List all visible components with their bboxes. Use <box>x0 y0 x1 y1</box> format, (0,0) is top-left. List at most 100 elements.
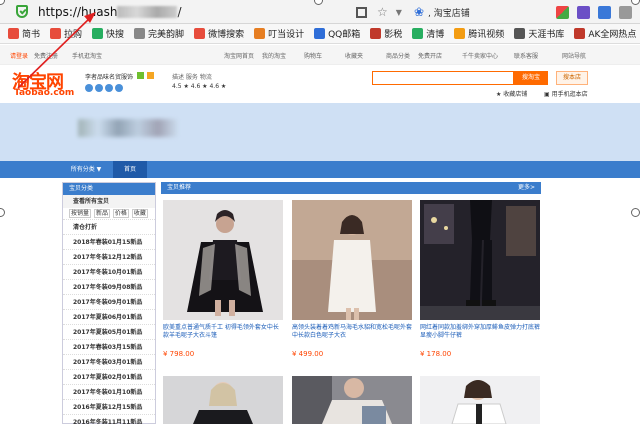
bookmark-label: 简书 <box>22 30 41 40</box>
mobile-taobao-link[interactable]: 手机逛淘宝 <box>72 51 102 60</box>
nav-link-favorites[interactable]: 收藏夹 <box>345 51 363 60</box>
nav-link-categories[interactable]: 商品分类 <box>386 51 410 60</box>
url-field[interactable]: https://huash / <box>38 5 181 19</box>
product-image-1[interactable] <box>163 200 283 320</box>
baidu-paw-icon[interactable]: ❀ <box>414 5 424 19</box>
bookmark-favicon-icon <box>92 28 104 39</box>
shop-banner <box>0 103 640 161</box>
sidebar-category-item[interactable]: 2017年冬装09月01新品 <box>63 294 155 309</box>
sidebar-view-all[interactable]: 查看所有宝贝 <box>63 195 155 208</box>
bookmark-favicon-icon <box>370 28 382 39</box>
sidebar-category-item[interactable]: 2017年冬装03月01新品 <box>63 354 155 369</box>
qr-code-icon[interactable] <box>356 6 368 18</box>
bookmark-item[interactable]: 快搜 <box>92 27 124 40</box>
nav-all-categories[interactable]: 所有分类 ▼ <box>62 161 110 178</box>
bookmark-item[interactable]: 叮当设计 <box>254 27 304 40</box>
extension-icon-2[interactable] <box>577 5 590 19</box>
favorite-shop-link[interactable]: ★ 收藏店铺 <box>496 89 527 98</box>
more-link[interactable]: 更多> <box>518 182 535 194</box>
shop-name[interactable]: 李者品味名贸服饰 <box>85 72 133 81</box>
bookmark-favicon-icon <box>50 28 62 39</box>
bookmark-star-icon[interactable]: ☆ <box>377 5 388 19</box>
sidebar-category-item[interactable]: 2017年春装03月15新品 <box>63 339 155 354</box>
product-photo-4 <box>163 376 283 424</box>
recommend-header: 宝贝推荐 更多> <box>161 182 541 194</box>
product-price-1: ¥ 798.00 <box>163 350 195 358</box>
sidebar-category-item[interactable]: 2017年冬装09月08新品 <box>63 279 155 294</box>
extension-icon-1[interactable] <box>556 5 569 19</box>
recommend-title: 宝贝推荐 <box>167 184 192 191</box>
sidebar-category-item[interactable]: 2017年冬装10月01新品 <box>63 264 155 279</box>
nav-link-cart[interactable]: 购物车 <box>304 51 322 60</box>
product-desc-1[interactable]: 欧美重点普通气质千工 初得毛领外套女中长款羊毛呢子大衣斗篷 <box>163 324 283 340</box>
shop-header: 淘宝网 Taobao.com 李者品味名贸服饰 描述 服务 物流 4.5 ★ 4… <box>0 65 640 103</box>
taobao-logo-sub: Taobao.com <box>14 88 75 98</box>
nav-link-my-taobao[interactable]: 我的淘宝 <box>262 51 286 60</box>
bookmark-item[interactable]: QQ邮箱 <box>314 27 360 40</box>
bookmark-label: 清博 <box>426 30 445 40</box>
bookmark-item[interactable]: AK全网热点 <box>574 27 636 40</box>
sidebar-category-item[interactable]: 2016年夏装12月15新品 <box>63 399 155 414</box>
shop-search-input[interactable] <box>372 71 514 85</box>
product-desc-3[interactable]: 网红着同款加羞绑外穿加厚鲱鱼皮弹力打底裤显瘦小脚牛仔裤 <box>420 324 540 340</box>
mobile-visit-link[interactable]: ▣ 用手机逛本店 <box>544 89 588 98</box>
social-icon-4[interactable] <box>115 84 123 92</box>
sidebar-category-item[interactable]: 清仓打折 <box>63 219 155 234</box>
sidebar-category-item[interactable]: 2017年冬装12月12新品 <box>63 249 155 264</box>
nav-link-home[interactable]: 淘宝网首页 <box>224 51 254 60</box>
sort-by-favorites[interactable]: 收藏 <box>131 209 148 218</box>
nav-link-seller-center[interactable]: 千牛卖家中心 <box>462 51 498 60</box>
sidebar-category-item[interactable]: 2017年冬装01月10新品 <box>63 384 155 399</box>
nav-home-tab[interactable]: 首页 <box>113 161 147 178</box>
frame-handle-left[interactable] <box>0 208 5 217</box>
shop-badge-icon <box>137 72 144 79</box>
security-shield-icon[interactable] <box>16 5 28 18</box>
social-icon-3[interactable] <box>105 84 113 92</box>
product-image-3[interactable] <box>420 200 540 320</box>
bookmark-label: 叮当设计 <box>268 30 305 40</box>
sort-by-new[interactable]: 新品 <box>93 209 110 218</box>
search-taobao-button[interactable]: 搜淘宝 <box>514 71 548 85</box>
page: https://huash / ☆ ▼ ❀ , 淘宝店铺 简书 拉购 快搜 完美韵脚 微博… <box>0 0 640 424</box>
bookmark-item[interactable]: 清博 <box>412 27 444 40</box>
extension-icon-4[interactable] <box>619 5 632 19</box>
bookmark-favicon-icon <box>194 28 206 39</box>
nav-link-site-nav[interactable]: 网站导航 <box>562 51 586 60</box>
product-image-4[interactable] <box>163 376 283 424</box>
product-desc-2[interactable]: 高领头装着着鸡新马海毛水貂和宽松毛呢外套中长款白色呢子大衣 <box>292 324 412 340</box>
register-link[interactable]: 免费注册 <box>34 51 58 60</box>
taobao-top-nav: 请登录 免费注册 手机逛淘宝 淘宝网首页 我的淘宝 购物车 收藏夹 商品分类 免… <box>0 45 640 65</box>
bookmark-favicon-icon <box>134 28 146 39</box>
social-icon-2[interactable] <box>95 84 103 92</box>
login-link[interactable]: 请登录 <box>10 51 28 60</box>
nav-link-open-shop[interactable]: 免费开店 <box>418 51 442 60</box>
sidebar-category-item[interactable]: 2016年冬装11月11新品 <box>63 414 155 424</box>
bookmark-item[interactable]: 影税 <box>370 27 402 40</box>
bookmark-item[interactable]: 微博搜索 <box>194 27 244 40</box>
product-image-6[interactable] <box>420 376 540 424</box>
frame-handle-right[interactable] <box>631 208 640 217</box>
sidebar-category-item[interactable]: 2017年夏装02月01新品 <box>63 369 155 384</box>
bookmark-item[interactable]: 拉购 <box>50 27 82 40</box>
bookmark-item[interactable]: 简书 <box>8 27 40 40</box>
sort-by-sales[interactable]: 按销量 <box>69 209 92 218</box>
nav-link-service[interactable]: 联系客服 <box>514 51 538 60</box>
extension-icon-3[interactable] <box>598 5 611 19</box>
sidebar-category-item[interactable]: 2017年夏装06月01新品 <box>63 309 155 324</box>
product-image-5[interactable] <box>292 376 412 424</box>
sidebar-category-item[interactable]: 2017年夏装05月01新品 <box>63 324 155 339</box>
chevron-down-icon[interactable]: ▼ <box>396 8 402 17</box>
product-photo-6 <box>420 376 540 424</box>
product-image-2[interactable] <box>292 200 412 320</box>
search-shop-button[interactable]: 搜本店 <box>556 71 588 85</box>
sidebar-category-item[interactable]: 2018年春装01月15新品 <box>63 234 155 249</box>
sort-by-price[interactable]: 价格 <box>112 209 129 218</box>
bookmark-favicon-icon <box>314 28 326 39</box>
bookmark-item[interactable]: 天涯书库 <box>514 27 564 40</box>
bookmark-item[interactable]: 完美韵脚 <box>134 27 184 40</box>
shop-nav-bar: 所有分类 ▼ 首页 <box>0 161 640 178</box>
bookmark-label: 天涯书库 <box>528 30 565 40</box>
bookmark-item[interactable]: 腾讯视频 <box>454 27 504 40</box>
bookmark-favicon-icon <box>514 28 526 39</box>
social-icon-1[interactable] <box>85 84 93 92</box>
